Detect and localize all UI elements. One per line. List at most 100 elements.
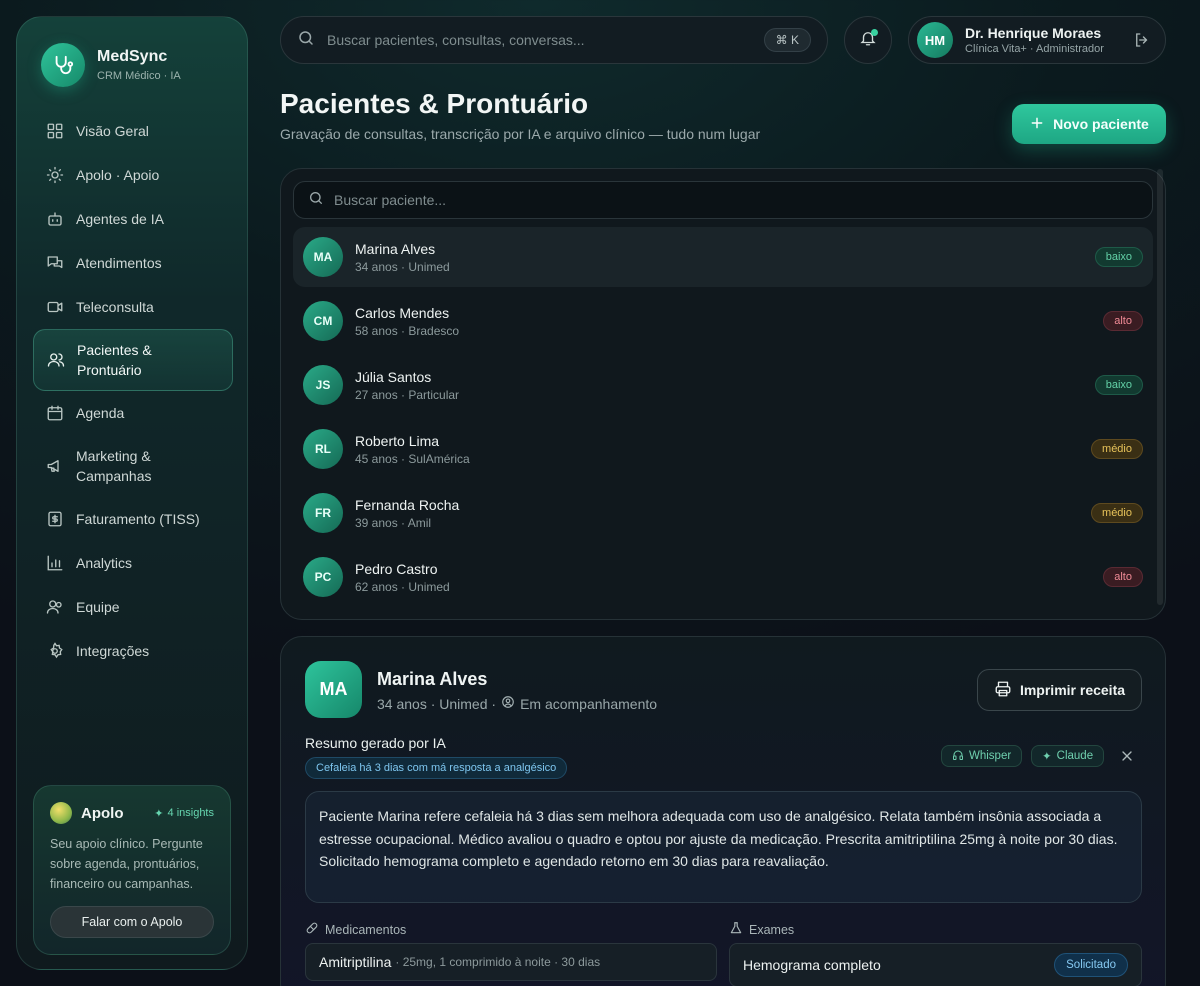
patient-search[interactable]: Buscar paciente... bbox=[293, 181, 1153, 219]
patient-meta: 45 anos · SulAmérica bbox=[355, 451, 470, 466]
sidebar-item-label: Agenda bbox=[76, 405, 125, 421]
exams-section-title: Exames bbox=[729, 921, 794, 938]
patient-name: Marina Alves bbox=[377, 669, 488, 689]
sidebar-item-agentes[interactable]: Agentes de IA bbox=[33, 197, 233, 241]
patient-avatar: MA bbox=[305, 661, 362, 718]
risk-badge: baixo bbox=[1094, 247, 1143, 267]
patient-name: Carlos Mendes bbox=[355, 304, 450, 321]
receipt-icon bbox=[46, 510, 64, 528]
exam-name: Hemograma completo bbox=[743, 957, 881, 973]
patient-list-card: Buscar paciente... MA Marina Alves 34 anos… bbox=[280, 168, 1166, 620]
sidebar-item-label: Visão Geral bbox=[76, 123, 149, 139]
avatar: PC bbox=[303, 557, 343, 597]
user-role: Clínica Vita+ · Administrador bbox=[965, 43, 1104, 55]
close-icon[interactable] bbox=[1119, 748, 1135, 764]
video-icon bbox=[46, 298, 64, 316]
scrollbar[interactable] bbox=[1157, 169, 1163, 605]
brand-name: MedSync bbox=[97, 48, 168, 65]
risk-badge: médio bbox=[1091, 503, 1143, 523]
notifications-button[interactable] bbox=[844, 16, 892, 64]
risk-badge: alto bbox=[1103, 567, 1143, 587]
patient-name: Pedro Castro bbox=[355, 560, 438, 577]
chat-icon bbox=[46, 254, 64, 272]
flask-icon bbox=[729, 921, 743, 938]
page-subtitle: Gravação de consultas, transcrição por I… bbox=[280, 126, 761, 142]
printer-icon bbox=[994, 680, 1012, 701]
sun-icon bbox=[46, 166, 64, 184]
apolo-title: Apolo bbox=[81, 804, 124, 822]
new-patient-button[interactable]: Novo paciente bbox=[1012, 104, 1166, 144]
bar-chart-icon bbox=[46, 554, 64, 572]
sidebar-item-label: Equipe bbox=[76, 599, 120, 615]
print-prescription-button[interactable]: Imprimir receita bbox=[977, 669, 1142, 711]
sidebar-item-integracoes[interactable]: Integrações bbox=[33, 629, 233, 673]
sidebar-item-visao-geral[interactable]: Visão Geral bbox=[33, 109, 233, 153]
insights-count: 4 insights bbox=[167, 807, 214, 819]
insights-badge[interactable]: ✦ 4 insights bbox=[154, 807, 214, 820]
sidebar-item-marketing[interactable]: Marketing & Campanhas bbox=[33, 435, 233, 497]
table-row[interactable]: CM Carlos Mendes 58 anos · Bradesco alto bbox=[293, 291, 1153, 351]
sidebar-item-label: Pacientes & Prontuário bbox=[77, 342, 152, 378]
search-input[interactable]: Buscar pacientes, consultas, conversas..… bbox=[327, 32, 752, 48]
patient-name: Marina Alves bbox=[355, 240, 436, 257]
sidebar-item-apolo[interactable]: Apolo · Apoio bbox=[33, 153, 233, 197]
avatar: HM bbox=[917, 22, 953, 58]
user-menu[interactable]: HM Dr. Henrique Moraes Clínica Vita+ · A… bbox=[908, 16, 1166, 64]
summary-text[interactable]: Paciente Marina refere cefaleia há 3 dia… bbox=[305, 791, 1142, 903]
sidebar-item-label: Teleconsulta bbox=[76, 299, 154, 315]
megaphone-icon bbox=[46, 457, 64, 475]
gear-icon bbox=[46, 642, 64, 660]
sidebar-item-label: Integrações bbox=[76, 643, 150, 659]
exams-title: Exames bbox=[749, 922, 795, 937]
whisper-tag: Whisper bbox=[941, 745, 1023, 767]
notification-dot bbox=[871, 29, 878, 36]
plus-icon bbox=[1029, 115, 1045, 134]
pill-icon bbox=[305, 921, 319, 938]
exam-item[interactable]: Hemograma completo Solicitado bbox=[729, 943, 1142, 986]
brand[interactable]: MedSync CRM Médico · IA bbox=[41, 43, 181, 87]
avatar: FR bbox=[303, 493, 343, 533]
patient-search-input[interactable]: Buscar paciente... bbox=[334, 192, 446, 208]
patient-name: Fernanda Rocha bbox=[355, 496, 460, 513]
sidebar-item-label: Faturamento (TISS) bbox=[76, 511, 200, 527]
patient-meta: 34 anos · Unimed · Em acompanhamento bbox=[377, 695, 657, 712]
medication-item[interactable]: Amitriptilina · 25mg, 1 comprimido à noi… bbox=[305, 943, 717, 981]
sidebar-item-analytics[interactable]: Analytics bbox=[33, 541, 233, 585]
table-row[interactable]: MA Marina Alves 34 anos · Unimed baixo bbox=[293, 227, 1153, 287]
table-row[interactable]: PC Pedro Castro 62 anos · Unimed alto bbox=[293, 547, 1153, 607]
page-title: Pacientes & Prontuário bbox=[280, 88, 589, 119]
tag-label: Claude bbox=[1056, 750, 1094, 762]
sidebar-item-label: Marketing & Campanhas bbox=[76, 448, 152, 484]
logout-icon[interactable] bbox=[1133, 31, 1151, 49]
team-icon bbox=[46, 598, 64, 616]
sidebar-item-equipe[interactable]: Equipe bbox=[33, 585, 233, 629]
patient-info: Pedro Castro 62 anos · Unimed bbox=[355, 561, 450, 594]
sidebar-item-atendimentos[interactable]: Atendimentos bbox=[33, 241, 233, 285]
sidebar-item-label: Apolo · Apoio bbox=[76, 167, 160, 183]
sidebar-item-teleconsulta[interactable]: Teleconsulta bbox=[33, 285, 233, 329]
patient-status: Em acompanhamento bbox=[520, 695, 658, 712]
medications-section-title: Medicamentos bbox=[305, 921, 406, 938]
talk-to-apolo-button[interactable]: Falar com o Apolo bbox=[50, 906, 214, 938]
risk-badge: alto bbox=[1103, 311, 1143, 331]
patient-info: Fernanda Rocha 39 anos · Amil bbox=[355, 497, 459, 530]
sidebar-item-label: Agentes de IA bbox=[76, 211, 164, 227]
sparkle-icon: ✦ bbox=[1042, 751, 1052, 763]
global-search[interactable]: Buscar pacientes, consultas, conversas..… bbox=[280, 16, 828, 64]
risk-badge: baixo bbox=[1094, 375, 1143, 395]
sidebar-item-agenda[interactable]: Agenda bbox=[33, 391, 233, 435]
exam-status-badge: Solicitado bbox=[1054, 953, 1128, 977]
summary-chip: Cefaleia há 3 dias com má resposta a ana… bbox=[305, 757, 568, 779]
calendar-icon bbox=[46, 404, 64, 422]
table-row[interactable]: JS Júlia Santos 27 anos · Particular baixo bbox=[293, 355, 1153, 415]
patient-meta: 34 anos · Unimed bbox=[355, 259, 450, 274]
table-row[interactable]: FR Fernanda Rocha 39 anos · Amil médio bbox=[293, 483, 1153, 543]
apolo-orb-icon bbox=[50, 802, 72, 824]
stethoscope-icon bbox=[41, 43, 85, 87]
sidebar-item-pacientes[interactable]: Pacientes & Prontuário bbox=[33, 329, 233, 391]
table-row[interactable]: RL Roberto Lima 45 anos · SulAmérica médio bbox=[293, 419, 1153, 479]
sidebar-item-faturamento[interactable]: Faturamento (TISS) bbox=[33, 497, 233, 541]
robot-icon bbox=[46, 210, 64, 228]
shortcut-hint: ⌘ K bbox=[763, 28, 811, 52]
sidebar: MedSync CRM Médico · IA Visão Geral Apol… bbox=[16, 16, 248, 970]
